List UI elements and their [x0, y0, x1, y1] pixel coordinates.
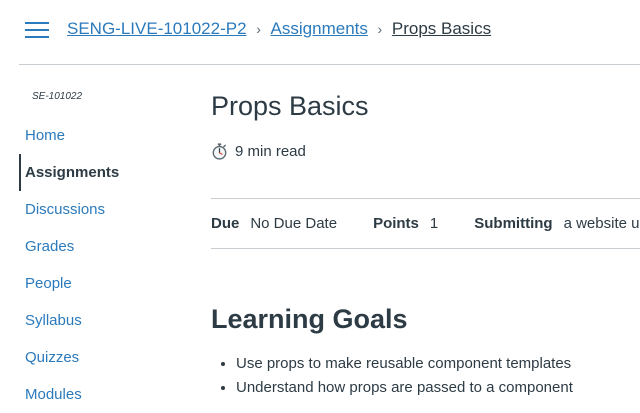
nav-item-modules[interactable]: Modules — [19, 376, 189, 413]
submitting-value: a website url — [563, 215, 640, 232]
read-time-text: 9 min read — [235, 142, 306, 160]
page-title: Props Basics — [211, 91, 369, 121]
chevron-right-icon: › — [256, 21, 261, 37]
list-item: Understand how props are passed to a com… — [236, 376, 640, 400]
breadcrumb: SENG-LIVE-101022-P2 › Assignments › Prop… — [67, 17, 491, 41]
points-label: Points — [373, 215, 419, 232]
nav-item-discussions[interactable]: Discussions — [19, 191, 189, 228]
submitting-label: Submitting — [474, 215, 553, 232]
course-code: SE-101022 — [32, 91, 83, 102]
hamburger-menu-icon[interactable] — [25, 20, 50, 40]
nav-item-people[interactable]: People — [19, 265, 189, 302]
assignment-details: Due No Due Date Points 1 Submitting a we… — [211, 198, 640, 249]
nav-item-assignments[interactable]: Assignments — [19, 154, 189, 191]
learning-goals-list: Use props to make reusable component tem… — [236, 352, 640, 400]
breadcrumb-course-link[interactable]: SENG-LIVE-101022-P2 — [67, 19, 247, 39]
nav-item-grades[interactable]: Grades — [19, 228, 189, 265]
breadcrumb-assignments-link[interactable]: Assignments — [271, 19, 368, 39]
due-label: Due — [211, 215, 240, 232]
nav-item-quizzes[interactable]: Quizzes — [19, 339, 189, 376]
due-value: No Due Date — [250, 215, 338, 232]
section-heading: Learning Goals — [211, 304, 408, 334]
nav-item-syllabus[interactable]: Syllabus — [19, 302, 189, 339]
read-time: 9 min read — [211, 140, 306, 162]
chevron-right-icon: › — [377, 21, 383, 37]
list-item: Use props to make reusable component tem… — [236, 352, 640, 376]
stopwatch-icon — [211, 142, 228, 160]
top-bar: SENG-LIVE-101022-P2 › Assignments › Prop… — [19, 0, 640, 65]
course-nav: Home Assignments Discussions Grades Peop… — [19, 117, 189, 413]
breadcrumb-current[interactable]: Props Basics — [392, 19, 491, 39]
nav-item-home[interactable]: Home — [19, 117, 189, 154]
points-value: 1 — [429, 215, 439, 232]
